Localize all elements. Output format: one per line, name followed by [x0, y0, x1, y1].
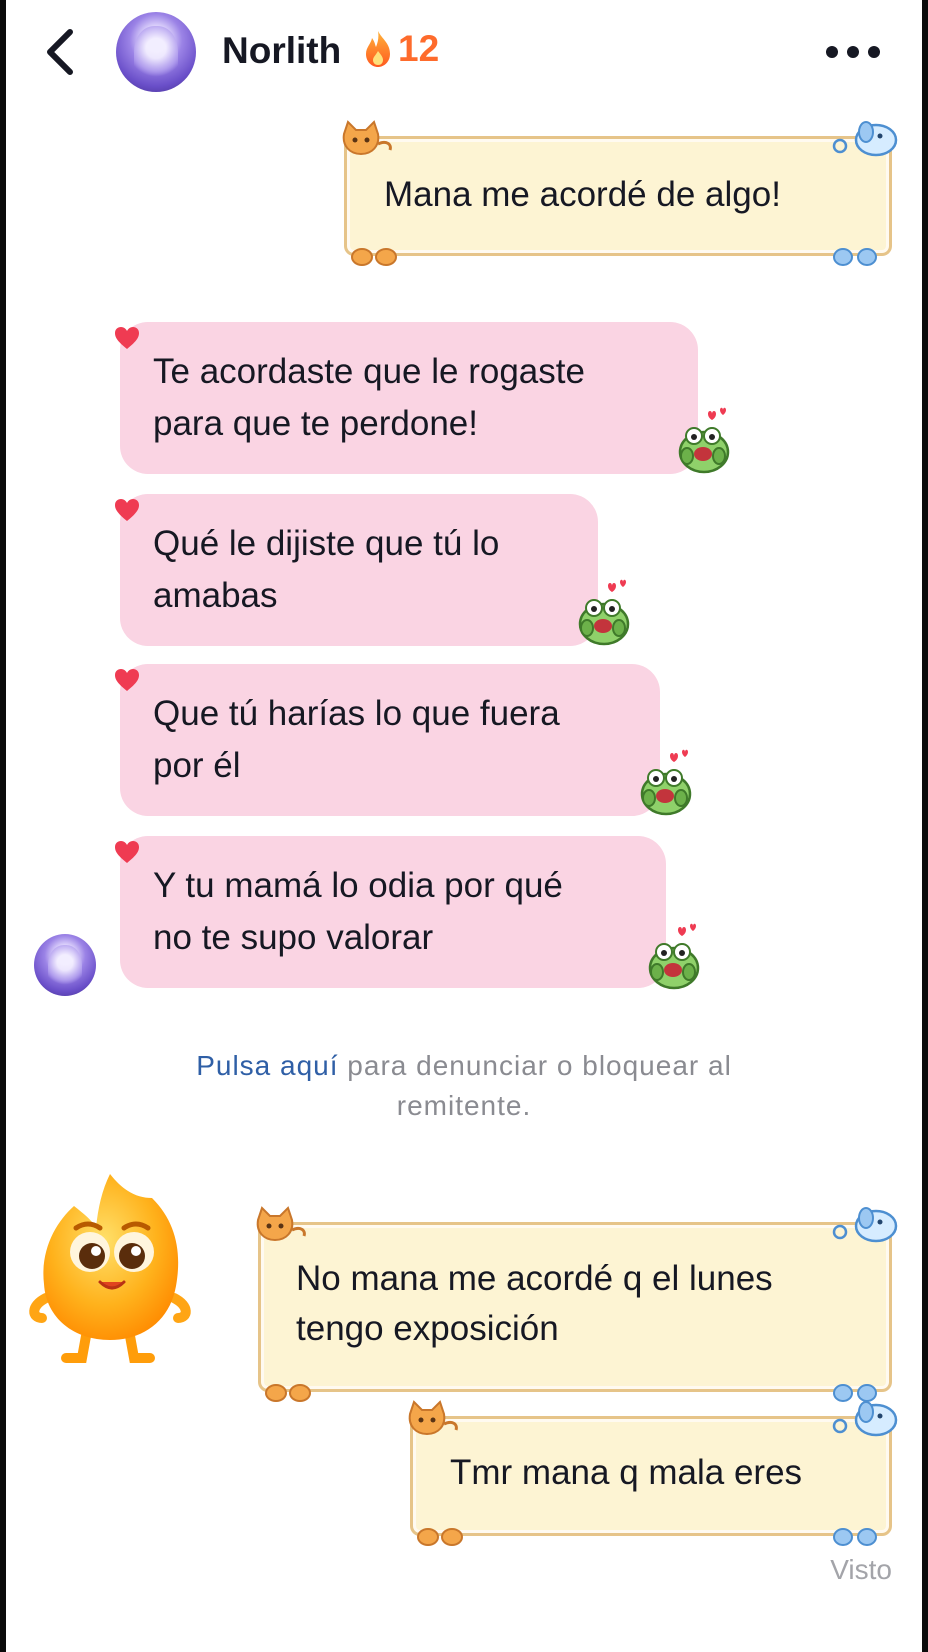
sent-message[interactable]: No mana me acordé q el lunes tengo expos… [256, 1206, 898, 1402]
dog-sticker-icon [832, 121, 898, 157]
message-text: Tmr mana q mala eres [450, 1453, 803, 1492]
message-line: para que te perdone! [153, 404, 478, 443]
cat-sticker-icon [408, 1400, 458, 1436]
contact-avatar[interactable] [116, 12, 196, 92]
contact-name[interactable]: Norlith [222, 30, 341, 72]
report-link[interactable]: Pulsa aquí [196, 1050, 338, 1081]
flame-mascot-sticker [29, 1174, 191, 1363]
chevron-left-icon [47, 29, 73, 75]
sent-message[interactable]: Tmr mana q mala eres [408, 1400, 898, 1546]
received-message[interactable]: Te acordaste que le rogaste para que te … [120, 322, 698, 474]
paw-prints-icon [417, 1528, 463, 1546]
dog-sticker-icon [832, 1207, 898, 1243]
frog-sticker-icon [640, 749, 692, 816]
paw-prints-icon [833, 248, 877, 266]
paw-prints-icon [265, 1384, 311, 1402]
message-line: Qué le dijiste que tú lo [153, 524, 500, 563]
received-message[interactable]: Que tú harías lo que fuera por él [120, 664, 660, 816]
flame-icon [366, 31, 390, 67]
back-button[interactable] [40, 24, 80, 80]
paw-prints-icon [833, 1528, 877, 1546]
message-line: No mana me acordé q el lunes [296, 1259, 773, 1298]
sent-message[interactable]: Mana me acordé de algo! [342, 120, 898, 266]
streak-count: 12 [398, 28, 440, 69]
received-message[interactable]: Y tu mamá lo odia por qué no te supo val… [120, 836, 666, 988]
report-text-line2: remitente. [396, 1090, 532, 1121]
more-dots-icon [826, 46, 838, 58]
dog-sticker-icon [832, 1401, 898, 1437]
report-notice: Pulsa aquí para denunciar o bloquear al … [0, 1046, 928, 1126]
message-line: amabas [153, 576, 278, 615]
screen-edge-right [922, 0, 928, 1652]
message-line: no te supo valorar [153, 918, 434, 957]
frog-sticker-icon [678, 407, 730, 474]
frog-sticker-icon [648, 923, 700, 990]
message-line: tengo exposición [296, 1309, 559, 1348]
screen-edge-left [0, 0, 6, 1652]
heart-reaction-icon [115, 499, 139, 521]
cat-sticker-icon [256, 1206, 306, 1242]
chat-header: Norlith 12 [0, 0, 928, 110]
streak-badge: 12 [362, 28, 439, 70]
message-line: Te acordaste que le rogaste [153, 352, 585, 391]
received-message[interactable]: Qué le dijiste que tú lo amabas [120, 494, 598, 646]
message-line: por él [153, 746, 241, 785]
paw-prints-icon [351, 248, 397, 266]
more-options-button[interactable] [826, 40, 880, 64]
sender-avatar[interactable] [34, 934, 96, 996]
heart-reaction-icon [115, 327, 139, 349]
seen-status: Visto [830, 1554, 892, 1585]
message-text: Mana me acordé de algo! [384, 175, 781, 214]
cat-sticker-icon [342, 120, 392, 156]
report-text: para denunciar o bloquear al [338, 1050, 732, 1081]
message-line: Y tu mamá lo odia por qué [153, 866, 563, 905]
message-line: Que tú harías lo que fuera [153, 694, 560, 733]
heart-reaction-icon [115, 841, 139, 863]
frog-sticker-icon [578, 579, 630, 646]
heart-reaction-icon [115, 669, 139, 691]
